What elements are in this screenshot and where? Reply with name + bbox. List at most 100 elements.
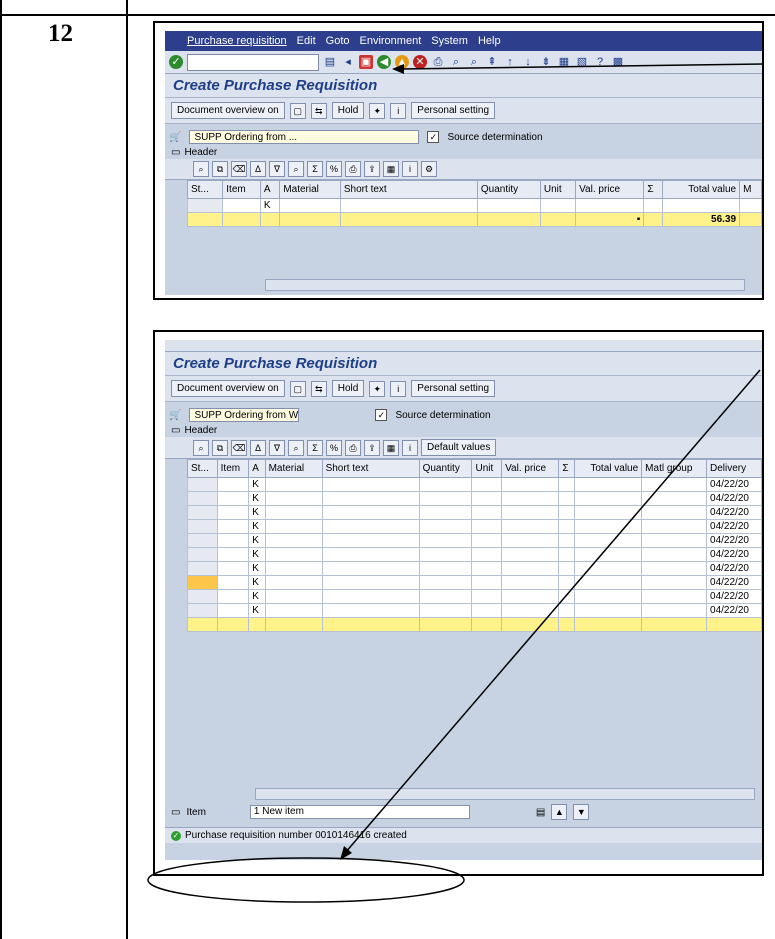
services-icon[interactable]: ⚙ <box>421 161 437 177</box>
table-cell[interactable] <box>471 603 503 618</box>
col-matl-group[interactable]: Matl group <box>641 459 708 478</box>
help-icon[interactable]: ? <box>593 55 607 69</box>
doc-type-select[interactable]: SUPP Ordering from W <box>189 408 300 422</box>
table-cell[interactable]: 04/22/20 <box>706 519 762 534</box>
delete-icon[interactable]: ⌫ <box>231 161 247 177</box>
table-cell[interactable] <box>186 198 224 213</box>
col-quantity[interactable]: Quantity <box>418 459 473 478</box>
back-icon[interactable]: ◀ <box>377 55 391 69</box>
document-overview-button[interactable]: Document overview on <box>171 102 285 119</box>
table-cell[interactable] <box>471 561 503 576</box>
table-row[interactable]: K 04/22/20 <box>187 533 762 548</box>
table-cell[interactable] <box>574 533 643 548</box>
col-total-value[interactable]: Total value <box>574 459 643 478</box>
table-cell[interactable] <box>321 477 420 492</box>
hold-button[interactable]: Hold <box>331 102 365 119</box>
table-row[interactable]: K 04/22/20 <box>187 575 762 590</box>
col-acct[interactable]: A <box>248 459 266 478</box>
col-status[interactable]: St... <box>187 459 218 478</box>
table-cell[interactable]: K <box>248 603 266 618</box>
table-cell[interactable] <box>321 561 420 576</box>
copy-icon[interactable]: ⧉ <box>212 439 228 456</box>
table-cell[interactable] <box>575 198 645 213</box>
table-cell[interactable] <box>574 603 643 618</box>
table-cell[interactable] <box>187 547 218 562</box>
first-page-icon[interactable]: ⇞ <box>485 55 499 69</box>
table-cell[interactable] <box>187 533 218 548</box>
table-cell[interactable] <box>418 589 473 604</box>
prev-item-icon[interactable]: ▲ <box>551 804 568 820</box>
print-icon[interactable]: ⎙ <box>431 55 445 69</box>
table-cell[interactable] <box>558 603 576 618</box>
find-next-icon[interactable]: ⌕ <box>467 55 481 69</box>
table-cell[interactable] <box>501 519 560 534</box>
table-cell[interactable] <box>641 477 708 492</box>
table-cell[interactable]: K <box>248 491 266 506</box>
copy-icon[interactable]: ⧉ <box>212 161 228 177</box>
table-cell[interactable] <box>264 603 323 618</box>
cancel-icon[interactable]: ✕ <box>413 55 427 69</box>
table-cell[interactable] <box>418 575 473 590</box>
table-cell[interactable] <box>471 491 503 506</box>
last-page-icon[interactable]: ⇟ <box>539 55 553 69</box>
table-cell[interactable] <box>641 505 708 520</box>
table-cell[interactable] <box>574 561 643 576</box>
col-item[interactable]: Item <box>222 180 261 199</box>
col-total-value[interactable]: Total value <box>662 180 741 199</box>
table-cell[interactable] <box>558 547 576 562</box>
table-cell[interactable] <box>187 491 218 506</box>
menu-environment[interactable]: Environment <box>360 35 422 47</box>
col-material[interactable]: Material <box>279 180 341 199</box>
find-icon[interactable]: ⌕ <box>449 55 463 69</box>
table-cell[interactable] <box>662 198 741 213</box>
menu-purchase-requisition[interactable]: Purchase requisition <box>187 35 287 47</box>
table-cell[interactable] <box>321 589 420 604</box>
export-icon[interactable]: ⇪ <box>364 161 380 177</box>
sum-icon[interactable]: Σ <box>307 161 323 177</box>
table-cell[interactable] <box>216 491 250 506</box>
enter-icon[interactable]: ✓ <box>169 55 183 69</box>
table-cell[interactable]: 04/22/20 <box>706 561 762 576</box>
table-cell[interactable] <box>216 547 250 562</box>
table-cell[interactable] <box>216 533 250 548</box>
table-cell[interactable] <box>418 603 473 618</box>
table-row[interactable]: K <box>186 198 762 213</box>
table-cell[interactable] <box>187 519 218 534</box>
table-cell[interactable] <box>641 561 708 576</box>
col-unit[interactable]: Unit <box>471 459 503 478</box>
table-cell[interactable]: K <box>248 575 266 590</box>
next-item-icon[interactable]: ▼ <box>573 804 590 820</box>
find-grid-icon[interactable]: ⌕ <box>288 439 304 456</box>
prev-page-icon[interactable]: ↑ <box>503 55 517 69</box>
col-quantity[interactable]: Quantity <box>476 180 541 199</box>
header-expander[interactable]: ▭ Header <box>165 424 762 437</box>
table-cell[interactable] <box>187 505 218 520</box>
export-icon[interactable]: ⇪ <box>364 439 380 456</box>
col-val-price[interactable]: Val. price <box>575 180 645 199</box>
table-cell[interactable] <box>187 561 218 576</box>
table-cell[interactable] <box>501 603 560 618</box>
layout-icon[interactable]: ▦ <box>383 161 399 177</box>
table-cell[interactable]: K <box>259 198 281 213</box>
item-dropdown-icon[interactable]: ▤ <box>536 807 545 818</box>
table-cell[interactable] <box>264 561 323 576</box>
col-matl[interactable]: M <box>739 180 762 199</box>
table-cell[interactable] <box>558 491 576 506</box>
filter-icon[interactable]: ∇ <box>269 161 285 177</box>
info-grid-icon[interactable]: i <box>402 439 418 456</box>
table-cell[interactable] <box>321 547 420 562</box>
sort-icon[interactable]: Δ <box>250 439 266 456</box>
table-cell[interactable] <box>641 589 708 604</box>
table-row[interactable]: K 04/22/20 <box>187 477 762 492</box>
details-icon[interactable]: ⌕ <box>193 439 209 456</box>
delete-icon[interactable]: ⌫ <box>231 439 247 456</box>
col-material[interactable]: Material <box>264 459 323 478</box>
table-cell[interactable] <box>501 491 560 506</box>
default-values-button[interactable]: Default values <box>421 439 497 456</box>
new-session-icon[interactable]: ▦ <box>557 55 571 69</box>
table-cell[interactable] <box>558 519 576 534</box>
col-delivery[interactable]: Delivery <box>706 459 762 478</box>
table-cell[interactable] <box>216 603 250 618</box>
sort-icon[interactable]: Δ <box>250 161 266 177</box>
scroll-left-icon[interactable]: ◂ <box>341 55 355 69</box>
